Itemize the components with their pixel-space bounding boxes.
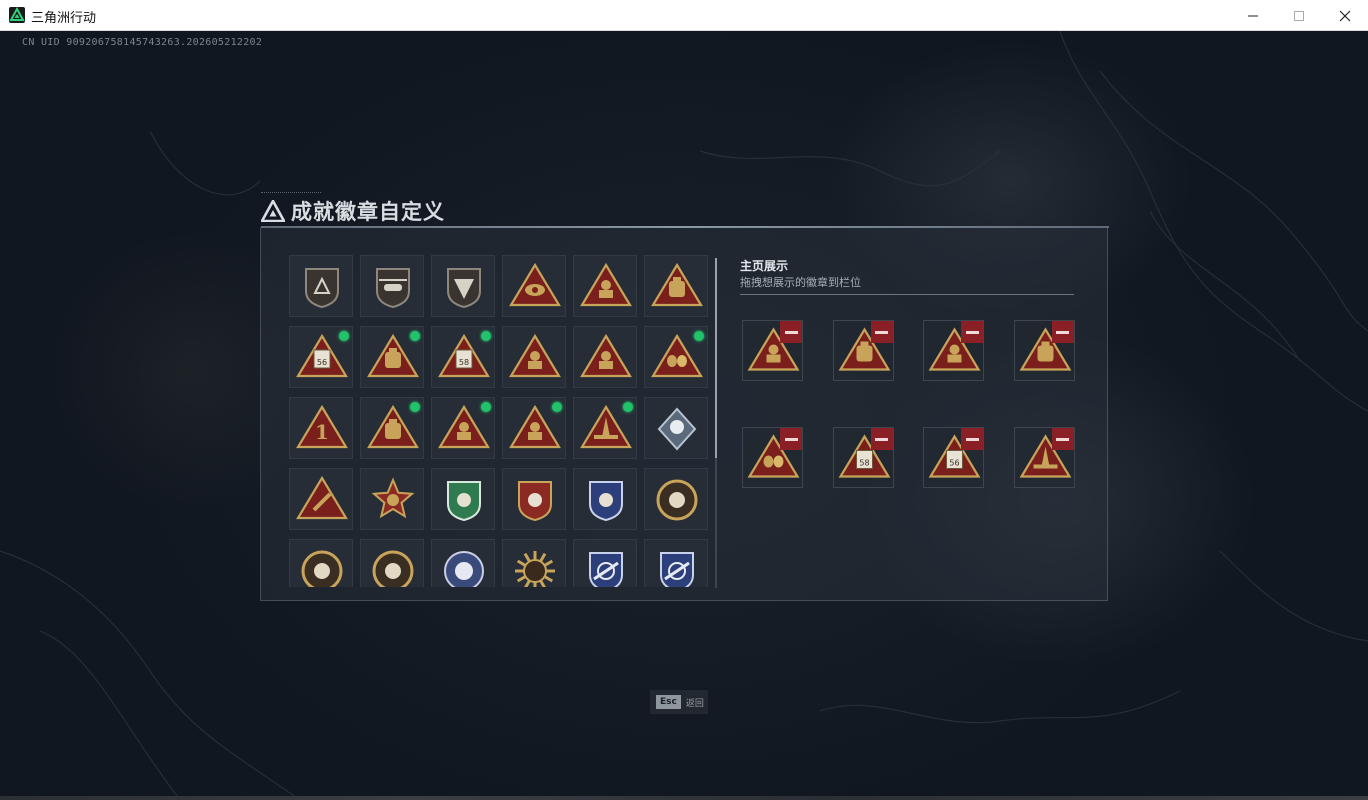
header-decoration xyxy=(261,192,321,196)
badge-cell[interactable] xyxy=(289,539,353,587)
minus-icon xyxy=(784,437,798,441)
svg-text:58: 58 xyxy=(859,459,869,468)
remove-badge-button[interactable] xyxy=(780,428,802,450)
badge-cell[interactable]: 1 xyxy=(289,397,353,459)
remove-badge-button[interactable] xyxy=(961,321,983,343)
badge-grid[interactable]: 56 58 1 xyxy=(289,255,709,587)
minimize-button[interactable] xyxy=(1230,0,1276,31)
minus-icon xyxy=(784,330,798,334)
badge-cell[interactable] xyxy=(502,539,566,587)
badge-cell[interactable] xyxy=(502,468,566,530)
svg-text:58: 58 xyxy=(459,358,469,367)
badge-cell[interactable] xyxy=(502,326,566,388)
new-badge-indicator xyxy=(623,402,633,412)
svg-text:56: 56 xyxy=(949,459,959,468)
showcase-slot[interactable] xyxy=(742,427,803,488)
badge-cell[interactable] xyxy=(573,397,637,459)
badge-cell[interactable] xyxy=(289,255,353,317)
badge-cell[interactable] xyxy=(502,255,566,317)
badge-cell[interactable] xyxy=(431,468,495,530)
minus-icon xyxy=(875,437,888,441)
new-badge-indicator xyxy=(481,331,491,341)
maximize-icon xyxy=(1294,10,1304,21)
badge-cell[interactable] xyxy=(360,255,424,317)
showcase-divider xyxy=(740,294,1074,295)
maximize-button[interactable] xyxy=(1276,0,1322,31)
badge-cell[interactable] xyxy=(573,468,637,530)
minimize-icon xyxy=(1248,15,1258,16)
remove-badge-button[interactable] xyxy=(961,428,983,450)
showcase-slot[interactable]: 58 xyxy=(832,427,894,488)
remove-badge-button[interactable] xyxy=(870,428,893,450)
back-label: 返回 xyxy=(685,698,704,709)
badge-cell[interactable] xyxy=(644,397,708,459)
showcase-title: 主页展示 xyxy=(740,259,789,273)
showcase-slot[interactable]: 56 xyxy=(923,427,984,488)
badge-cell[interactable] xyxy=(573,326,637,388)
back-button[interactable]: Esc 返回 xyxy=(650,690,708,714)
badge-cell[interactable] xyxy=(431,255,495,317)
minus-icon xyxy=(875,330,888,334)
showcase-slot[interactable] xyxy=(832,320,894,381)
badge-cell[interactable] xyxy=(431,539,495,587)
showcase-slot[interactable] xyxy=(1013,320,1075,381)
badge-cell[interactable] xyxy=(360,539,424,587)
panel-header: 成就徽章自定义 xyxy=(261,192,445,226)
badge-cell[interactable] xyxy=(289,468,353,530)
bottom-edge xyxy=(0,796,1368,800)
minus-icon xyxy=(965,330,979,334)
close-icon xyxy=(1339,10,1351,21)
new-badge-indicator xyxy=(481,402,491,412)
new-badge-indicator xyxy=(552,402,562,412)
new-badge-indicator xyxy=(410,331,420,341)
app-logo-icon xyxy=(9,7,25,23)
new-badge-indicator xyxy=(410,402,420,412)
badge-cell[interactable]: 58 xyxy=(431,326,495,388)
panel-top-border xyxy=(261,226,1109,228)
showcase-slot[interactable] xyxy=(923,320,984,381)
window-title: 三角洲行动 xyxy=(31,11,97,26)
new-badge-indicator xyxy=(339,331,349,341)
badge-cell[interactable] xyxy=(360,397,424,459)
badge-grid-scrollbar-thumb[interactable] xyxy=(715,258,717,458)
badge-cell[interactable] xyxy=(360,326,424,388)
delta-logo-icon xyxy=(261,200,285,222)
new-badge-indicator xyxy=(694,331,704,341)
badge-cell[interactable] xyxy=(644,539,708,587)
page-title: 成就徽章自定义 xyxy=(291,200,445,224)
badge-cell[interactable] xyxy=(644,255,708,317)
badge-cell[interactable]: 56 xyxy=(289,326,353,388)
minus-icon xyxy=(965,437,979,441)
game-viewport: CN UID 9092067581457432​63.202605212202 … xyxy=(0,31,1368,800)
badge-cell[interactable] xyxy=(644,468,708,530)
badge-cell[interactable] xyxy=(573,539,637,587)
showcase-slot[interactable] xyxy=(742,320,803,381)
badge-cell[interactable] xyxy=(431,397,495,459)
window-titlebar: 三角洲行动 xyxy=(0,0,1368,31)
remove-badge-button[interactable] xyxy=(870,321,893,343)
remove-badge-button[interactable] xyxy=(1051,321,1074,343)
close-button[interactable] xyxy=(1322,0,1368,31)
user-uid-label: CN UID 9092067581457432​63.202605212202 xyxy=(22,37,263,48)
remove-badge-button[interactable] xyxy=(780,321,802,343)
minus-icon xyxy=(1056,330,1069,334)
badge-customization-panel: 56 58 1 主页展示 拖拽想展示的徽章到栏位 58 56 xyxy=(260,226,1109,601)
badge-cell[interactable] xyxy=(360,468,424,530)
showcase-slot[interactable] xyxy=(1013,427,1075,488)
badge-cell[interactable] xyxy=(644,326,708,388)
remove-badge-button[interactable] xyxy=(1051,428,1074,450)
svg-text:1: 1 xyxy=(315,420,329,444)
esc-key-hint: Esc xyxy=(656,695,681,709)
minus-icon xyxy=(1056,437,1069,441)
showcase-subtitle: 拖拽想展示的徽章到栏位 xyxy=(740,276,861,289)
svg-text:56: 56 xyxy=(317,358,327,367)
badge-cell[interactable] xyxy=(502,397,566,459)
badge-cell[interactable] xyxy=(573,255,637,317)
